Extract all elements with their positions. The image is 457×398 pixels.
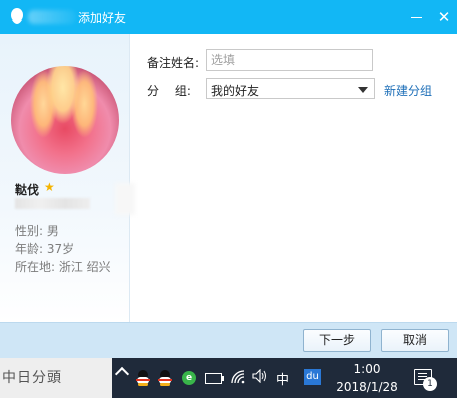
dialog-footer: 下一步 取消	[0, 322, 457, 359]
system-clock[interactable]: 1:00 2018/1/28	[334, 360, 400, 396]
wifi-icon[interactable]	[231, 370, 245, 388]
group-select[interactable]: 我的好友	[206, 78, 375, 99]
remark-label: 备注姓名:	[147, 56, 200, 70]
qq-tray-icon-2[interactable]	[158, 370, 172, 386]
clock-date: 2018/1/28	[336, 380, 398, 394]
clock-time: 1:00	[353, 362, 381, 376]
remark-input[interactable]	[206, 49, 373, 71]
group-label: 分 组:	[147, 84, 191, 98]
next-button[interactable]: 下一步	[303, 329, 371, 352]
location-info: 所在地: 浙江 绍兴	[15, 260, 111, 274]
minimize-icon	[410, 17, 422, 18]
volume-icon[interactable]	[252, 368, 268, 387]
baidu-input-icon[interactable]: du	[304, 369, 321, 385]
star-icon: ★	[44, 180, 55, 194]
qq-logo-icon	[11, 8, 23, 24]
app-tray-icon[interactable]: e	[182, 371, 196, 385]
notification-badge: 1	[423, 377, 437, 391]
gender-info: 性别: 男	[15, 224, 59, 238]
input-method-indicator[interactable]: 中	[276, 369, 289, 388]
dropdown-arrow-icon	[358, 87, 368, 93]
blurred-account	[28, 10, 76, 24]
blurred-qq-number	[15, 198, 90, 209]
panel-divider	[129, 34, 130, 322]
nickname: 鞑伐	[15, 183, 40, 197]
window-title: 添加好友	[78, 11, 127, 25]
close-button[interactable]: ✕	[432, 5, 456, 29]
title-bar: 添加好友 ✕	[0, 0, 457, 34]
blurred-region	[115, 183, 135, 215]
cancel-button[interactable]: 取消	[381, 329, 449, 352]
new-group-link[interactable]: 新建分组	[384, 82, 432, 99]
battery-icon[interactable]	[205, 373, 224, 384]
qq-tray-icon[interactable]	[136, 370, 150, 386]
group-select-value: 我的好友	[211, 84, 260, 98]
minimize-button[interactable]	[404, 5, 428, 29]
age-info: 年龄: 37岁	[15, 242, 75, 256]
avatar[interactable]	[11, 66, 119, 174]
background-text: 中日分頭	[2, 370, 62, 386]
